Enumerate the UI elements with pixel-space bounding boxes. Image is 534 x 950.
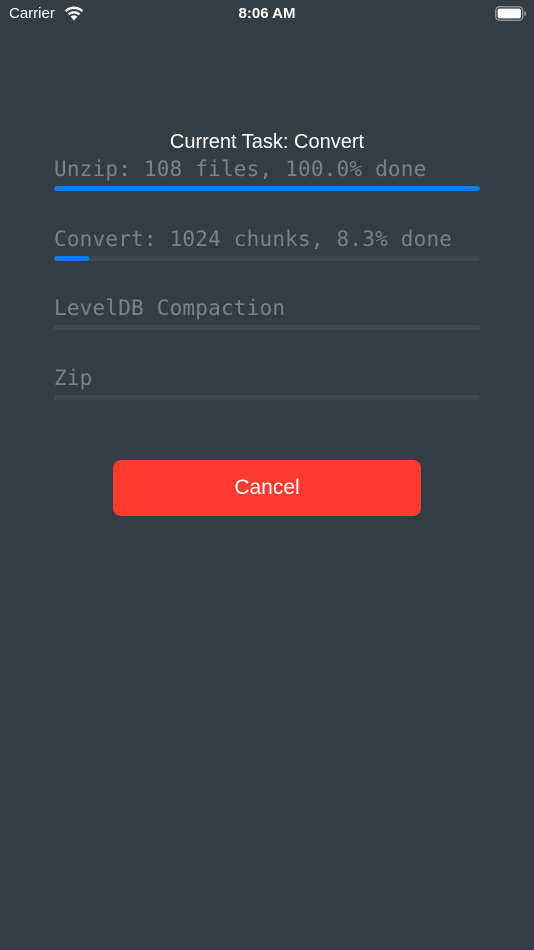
step-convert: Convert: 1024 chunks, 8.3% done — [54, 226, 480, 261]
status-time: 8:06 AM — [238, 5, 296, 22]
cancel-button[interactable]: Cancel — [113, 460, 421, 516]
status-bar: Carrier 8:06 AM — [0, 0, 534, 28]
progress-fill — [54, 186, 480, 191]
step-unzip: Unzip: 108 files, 100.0% done — [54, 156, 480, 191]
current-task-title: Current Task: Convert — [169, 131, 365, 153]
progress-bar — [54, 256, 480, 261]
step-label: Zip — [54, 366, 93, 390]
step-leveldb-compaction: LevelDB Compaction — [54, 295, 480, 330]
progress-bar — [54, 325, 480, 330]
step-zip: Zip — [54, 365, 480, 400]
progress-bar — [54, 186, 480, 191]
step-label: Convert: 1024 chunks, 8.3% done — [54, 227, 453, 251]
step-label: LevelDB Compaction — [54, 296, 286, 320]
progress-fill — [54, 256, 90, 261]
step-label: Unzip: 108 files, 100.0% done — [54, 157, 427, 181]
battery-icon — [495, 6, 527, 21]
progress-bar — [54, 395, 480, 400]
